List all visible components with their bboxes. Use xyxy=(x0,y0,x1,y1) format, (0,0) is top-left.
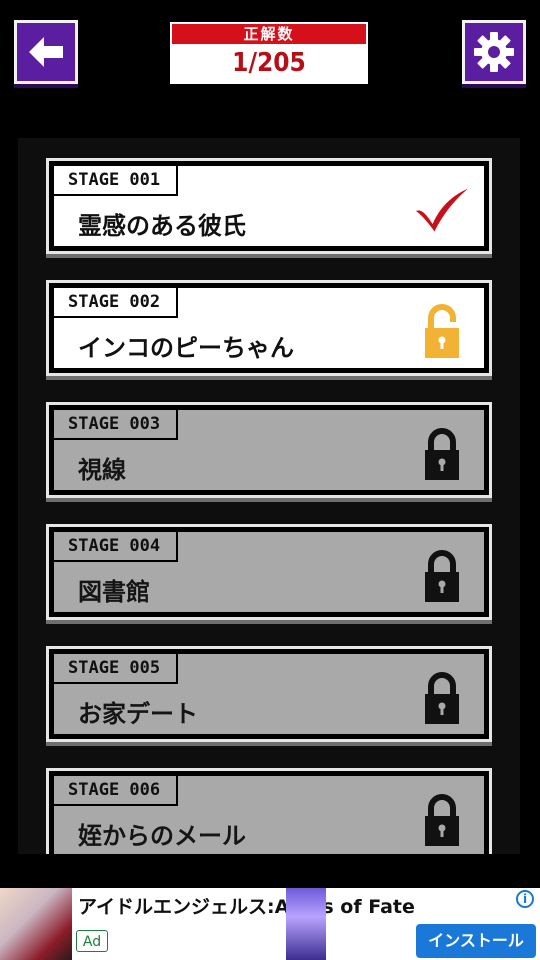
stage-card-006[interactable]: STAGE 006 姪からのメール xyxy=(46,768,492,854)
stage-card-002[interactable]: STAGE 002 インコのピーちゃん xyxy=(46,280,492,376)
stage-title: 視線 xyxy=(78,456,126,484)
ad-cover-image[interactable] xyxy=(286,888,326,960)
padlock-icon xyxy=(414,422,470,486)
install-button[interactable]: インストール xyxy=(416,924,536,958)
stage-card-body: STAGE 002 インコのピーちゃん xyxy=(52,286,486,370)
stage-card-body: STAGE 004 図書館 xyxy=(52,530,486,614)
unlocked-padlock-icon xyxy=(414,300,470,364)
padlock-icon xyxy=(414,544,470,608)
ad-badge: Ad xyxy=(76,930,108,952)
back-button[interactable] xyxy=(14,20,78,84)
stage-card-003[interactable]: STAGE 003 視線 xyxy=(46,402,492,498)
ad-thumbnail-image[interactable] xyxy=(0,888,72,960)
stage-card-body: STAGE 001 霊感のある彼氏 xyxy=(52,164,486,248)
stage-number-label: STAGE 005 xyxy=(52,652,178,684)
ad-title[interactable]: アイドルエンジェルス:Aegis of Fate xyxy=(78,892,415,919)
score-value: 1/205 xyxy=(232,48,306,78)
stage-number-label: STAGE 001 xyxy=(52,164,178,196)
padlock-icon xyxy=(414,666,470,730)
stage-title: お家デート xyxy=(78,700,198,728)
stage-card-004[interactable]: STAGE 004 図書館 xyxy=(46,524,492,620)
info-icon[interactable]: i xyxy=(516,890,534,908)
settings-button[interactable] xyxy=(462,20,526,84)
stage-number-label: STAGE 006 xyxy=(52,774,178,806)
stage-card-body: STAGE 006 姪からのメール xyxy=(52,774,486,854)
stage-select-screen: 正解数 1/205 STAGE 001 霊感のある彼氏 STAGE 002 イン… xyxy=(0,0,540,960)
stage-title: 姪からのメール xyxy=(78,822,246,850)
stage-card-001[interactable]: STAGE 001 霊感のある彼氏 xyxy=(46,158,492,254)
padlock-icon xyxy=(414,788,470,852)
stage-title: インコのピーちゃん xyxy=(78,334,294,362)
stage-card-body: STAGE 005 お家デート xyxy=(52,652,486,736)
ad-banner[interactable]: アイドルエンジェルス:Aegis of Fate Ad i インストール xyxy=(0,888,540,960)
arrow-left-icon xyxy=(29,37,63,67)
stage-title: 図書館 xyxy=(78,578,150,606)
stage-list[interactable]: STAGE 001 霊感のある彼氏 STAGE 002 インコのピーちゃん ST… xyxy=(18,138,520,854)
score-label: 正解数 xyxy=(172,24,366,44)
stage-number-label: STAGE 003 xyxy=(52,408,178,440)
stage-card-005[interactable]: STAGE 005 お家デート xyxy=(46,646,492,742)
gear-icon xyxy=(474,32,514,72)
stage-card-body: STAGE 003 視線 xyxy=(52,408,486,492)
stage-number-label: STAGE 002 xyxy=(52,286,178,318)
score-panel: 正解数 1/205 xyxy=(170,22,368,84)
stage-title: 霊感のある彼氏 xyxy=(78,212,246,240)
stage-number-label: STAGE 004 xyxy=(52,530,178,562)
check-icon xyxy=(414,178,470,242)
